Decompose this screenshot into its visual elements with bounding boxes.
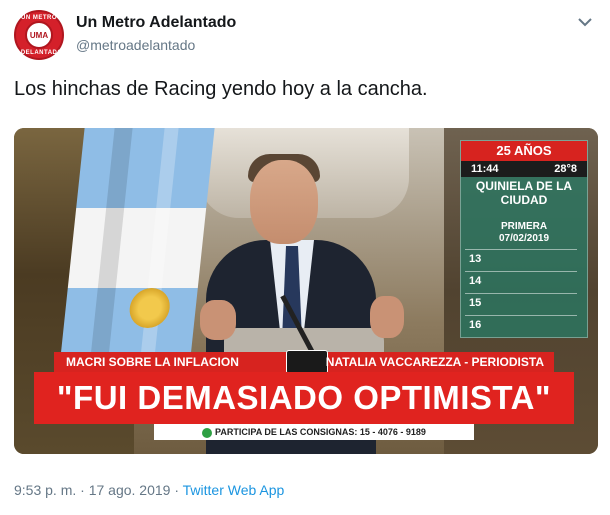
- tv-draw-name: PRIMERA: [500, 221, 548, 232]
- lower-third-topic: MACRI SOBRE LA INFLACION: [66, 355, 239, 369]
- tv-time-bar: 11:44 28°8: [461, 161, 587, 177]
- tv-quiniela-box: 25 AÑOS 11:44 28°8 QUINIELA DE LA CIUDAD…: [460, 140, 588, 338]
- tv-time: 11:44: [471, 163, 499, 175]
- avatar-logo-text: UMA: [29, 31, 49, 40]
- chevron-down-icon[interactable]: [578, 14, 592, 30]
- avatar-badge: UMA: [25, 21, 53, 49]
- tv-number-row: 13: [465, 249, 577, 267]
- tweet-text: Los hinchas de Racing yendo hoy a la can…: [14, 78, 428, 100]
- lower-third-topbar: MACRI SOBRE LA INFLACION NATALIA VACCARE…: [54, 350, 554, 374]
- lower-third-footer: PARTICIPA DE LAS CONSIGNAS: 15 - 4076 - …: [154, 424, 474, 440]
- author-handle[interactable]: @metroadelantado: [76, 37, 195, 53]
- tv-anniversary: 25 AÑOS: [461, 141, 587, 161]
- speaker-left-hand: [200, 300, 236, 340]
- tv-quiniela-title: QUINIELA DE LA CIUDAD: [475, 179, 573, 207]
- tweet-metadata: 9:53 p. m. · 17 ago. 2019 · Twitter Web …: [14, 482, 284, 498]
- tweet-source-link[interactable]: Twitter Web App: [183, 482, 285, 498]
- tweet-timestamp[interactable]: 9:53 p. m. · 17 ago. 2019 ·: [14, 482, 183, 498]
- author-name[interactable]: Un Metro Adelantado: [76, 14, 236, 32]
- tv-draw-date: 07/02/2019: [498, 233, 550, 244]
- lower-third-headline-bar: "FUI DEMASIADO OPTIMISTA": [34, 372, 574, 424]
- tv-number-row: 16: [465, 315, 577, 333]
- avatar-ring-bottom: ADELANTADO: [16, 50, 63, 56]
- tv-number-row: 14: [465, 271, 577, 289]
- argentina-flag: [59, 128, 215, 368]
- tweet-media-image[interactable]: 25 AÑOS 11:44 28°8 QUINIELA DE LA CIUDAD…: [14, 128, 598, 454]
- speaker-head: [250, 160, 318, 244]
- avatar[interactable]: UN METRO UMA ADELANTADO: [14, 10, 64, 60]
- tv-temperature: 28°8: [554, 163, 577, 175]
- lower-third-credit: NATALIA VACCAREZZA - PERIODISTA: [325, 355, 544, 369]
- tv-quiniela-subtitle: PRIMERA 07/02/2019: [461, 221, 587, 245]
- lower-third-headline: "FUI DEMASIADO OPTIMISTA": [56, 379, 552, 416]
- lower-third-footer-text: PARTICIPA DE LAS CONSIGNAS: 15 - 4076 - …: [215, 427, 426, 437]
- whatsapp-icon: [202, 427, 213, 438]
- channel-logo-icon: [286, 350, 328, 374]
- tv-number-row: 15: [465, 293, 577, 311]
- speaker-right-hand: [370, 296, 404, 338]
